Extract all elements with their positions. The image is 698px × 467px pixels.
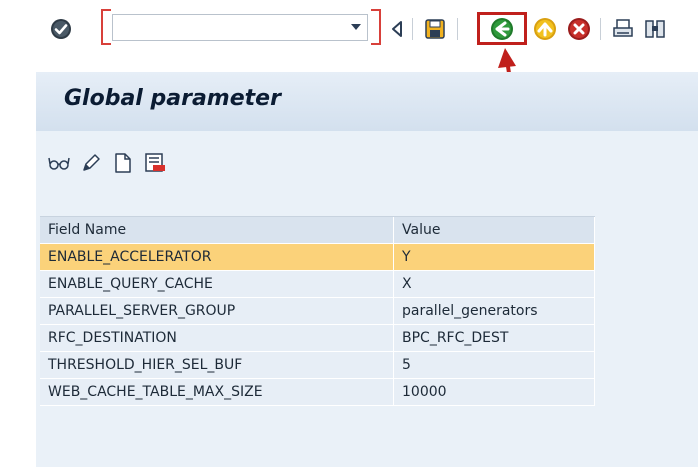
field-name-cell[interactable]: ENABLE_ACCELERATOR <box>40 243 394 271</box>
exit-icon[interactable] <box>532 16 558 42</box>
table-row[interactable]: ENABLE_ACCELERATOR Y <box>40 243 595 271</box>
back-icon[interactable] <box>489 16 515 42</box>
back-arrow-icon[interactable] <box>384 16 410 42</box>
field-name-cell[interactable]: RFC_DESTINATION <box>40 324 394 352</box>
column-header-value[interactable]: Value <box>393 217 595 244</box>
value-cell[interactable]: 5 <box>393 351 595 379</box>
pencil-icon[interactable] <box>80 152 102 174</box>
value-cell[interactable]: X <box>393 270 595 298</box>
table-row[interactable]: WEB_CACHE_TABLE_MAX_SIZE 10000 <box>40 378 595 406</box>
command-field-bracket-left <box>101 9 111 45</box>
new-document-icon[interactable] <box>112 152 134 174</box>
table-header-row: Field Name Value <box>40 217 595 244</box>
delete-row-icon[interactable] <box>144 152 166 174</box>
glasses-icon[interactable] <box>48 152 70 174</box>
toolbar-separator <box>457 18 458 40</box>
app-area: Field Name Value ENABLE_ACCELERATOR Y EN… <box>36 131 698 467</box>
system-toolbar <box>0 0 698 134</box>
table-row[interactable]: THRESHOLD_HIER_SEL_BUF 5 <box>40 351 595 379</box>
print-icon[interactable] <box>610 16 636 42</box>
command-input[interactable] <box>119 16 343 41</box>
command-field-bracket-right <box>371 9 381 45</box>
table-row[interactable]: RFC_DESTINATION BPC_RFC_DEST <box>40 324 595 352</box>
value-cell[interactable]: BPC_RFC_DEST <box>393 324 595 352</box>
parameter-table: Field Name Value ENABLE_ACCELERATOR Y EN… <box>40 217 595 406</box>
field-name-cell[interactable]: WEB_CACHE_TABLE_MAX_SIZE <box>40 378 394 406</box>
application-toolbar <box>48 151 166 175</box>
value-cell[interactable]: parallel_generators <box>393 297 595 325</box>
chevron-down-icon[interactable] <box>351 24 361 30</box>
column-header-field-name[interactable]: Field Name <box>40 217 394 244</box>
toolbar-separator <box>600 18 601 40</box>
table-row[interactable]: ENABLE_QUERY_CACHE X <box>40 270 595 298</box>
save-icon[interactable] <box>422 16 448 42</box>
table-row[interactable]: PARALLEL_SERVER_GROUP parallel_generator… <box>40 297 595 325</box>
page-title: Global parameter <box>64 86 281 111</box>
command-field[interactable] <box>112 14 368 41</box>
value-cell[interactable]: Y <box>393 243 595 271</box>
field-name-cell[interactable]: ENABLE_QUERY_CACHE <box>40 270 394 298</box>
cancel-icon[interactable] <box>566 16 592 42</box>
page-header: Global parameter <box>36 72 698 132</box>
value-cell[interactable]: 10000 <box>393 378 595 406</box>
field-name-cell[interactable]: THRESHOLD_HIER_SEL_BUF <box>40 351 394 379</box>
field-name-cell[interactable]: PARALLEL_SERVER_GROUP <box>40 297 394 325</box>
find-icon[interactable] <box>642 16 668 42</box>
toolbar-separator <box>412 18 413 40</box>
checkmark-icon[interactable] <box>48 16 74 42</box>
